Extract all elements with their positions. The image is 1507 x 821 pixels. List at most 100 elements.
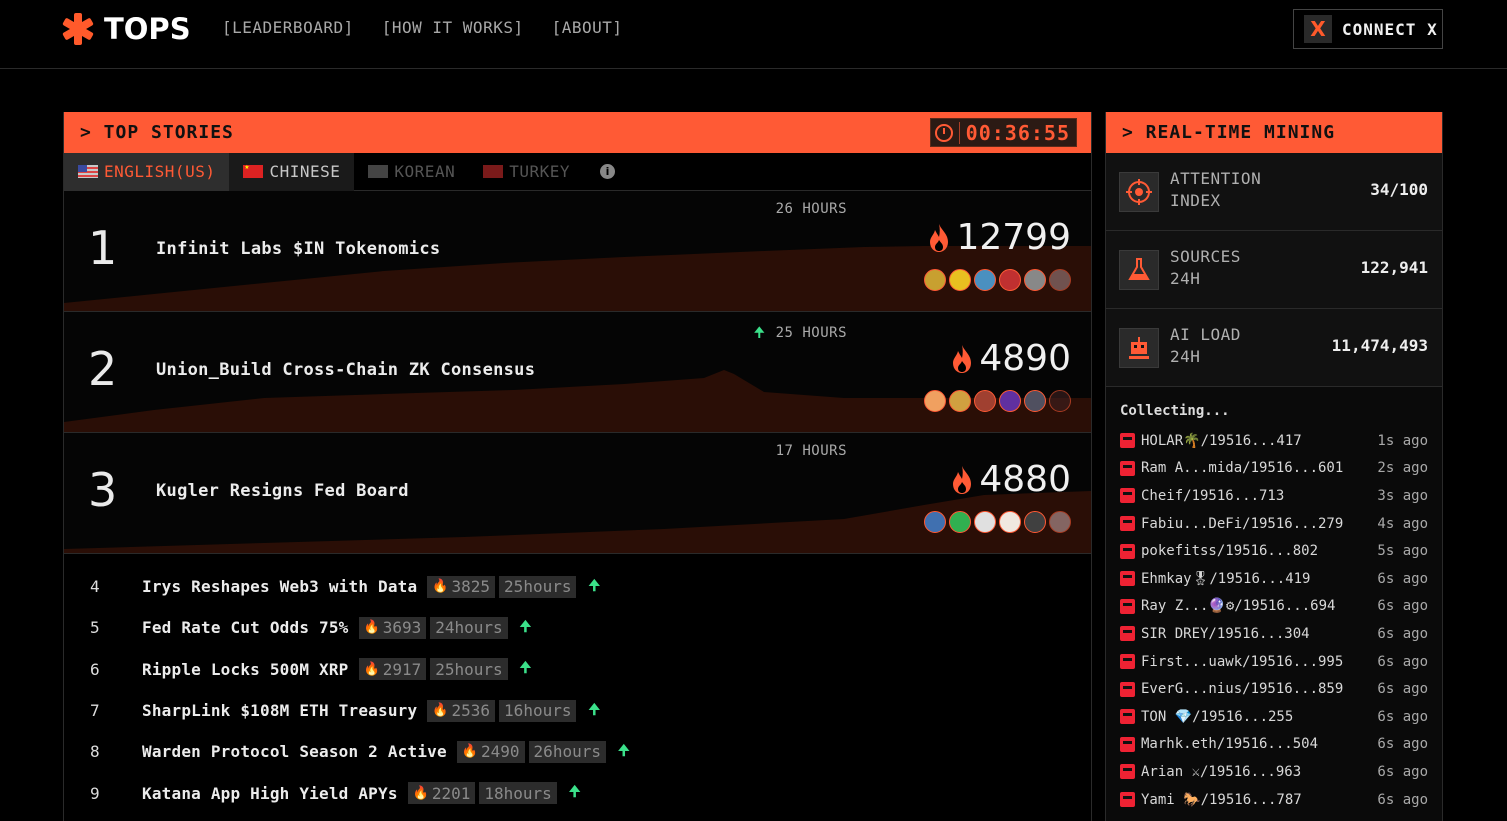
score-value: 12799 <box>956 217 1071 258</box>
trending-up-icon: 🠉 <box>588 701 601 718</box>
collecting-label: Collecting... <box>1120 403 1230 419</box>
avatar[interactable] <box>949 269 971 291</box>
story-rank: 1 <box>88 221 118 275</box>
main-nav: [LEADERBOARD] [HOW IT WORKS] [ABOUT] <box>222 18 623 37</box>
story-rank: 4 <box>90 577 100 597</box>
feed-time: 6s ago <box>1377 598 1428 615</box>
nav-leaderboard[interactable]: [LEADERBOARD] <box>222 18 354 37</box>
top-stories-panel: > TOP STORIES 00:36:55 ENGLISH(US) CHINE… <box>63 112 1092 821</box>
flame-icon: 🔥 <box>432 579 449 595</box>
trending-up-icon: 🠉 <box>617 742 630 759</box>
feed-item[interactable]: Ray Z...🔮⚙/19516...694 6s ago <box>1106 593 1442 621</box>
tops-logo-icon <box>62 13 94 45</box>
tab-chinese[interactable]: CHINESE <box>229 152 355 191</box>
avatar[interactable] <box>924 269 946 291</box>
flame-icon: 🔥 <box>432 703 449 719</box>
avatar[interactable] <box>1024 511 1046 533</box>
feed-name: TON 💎/19516...255 <box>1141 708 1294 725</box>
avatar[interactable] <box>974 390 996 412</box>
feed-item[interactable]: Ram A...mida/19516...601 2s ago <box>1106 455 1442 483</box>
stat-label: ATTENTION INDEX <box>1170 169 1262 210</box>
list-item[interactable]: 4 Irys Reshapes Web3 with Data 🔥 3825 25h… <box>64 566 1091 607</box>
feed-time: 6s ago <box>1377 625 1428 642</box>
avatar[interactable] <box>999 390 1021 412</box>
avatar[interactable] <box>1049 269 1071 291</box>
feed-item[interactable]: TON 💎/19516...255 6s ago <box>1106 703 1442 731</box>
featured-story[interactable]: 2 Union_Build Cross-Chain ZK Consensus 🠉… <box>64 312 1091 433</box>
trending-up-icon: 🠉 <box>753 325 766 341</box>
tab-turkey[interactable]: TURKEY <box>469 153 584 191</box>
avatar[interactable] <box>974 511 996 533</box>
feed-item[interactable]: Marhk.eth/19516...504 6s ago <box>1106 731 1442 759</box>
bot-icon <box>1120 571 1135 587</box>
feed-item[interactable]: Arian ⚔/19516...963 6s ago <box>1106 758 1442 786</box>
list-item[interactable]: 8 Warden Protocol Season 2 Active 🔥 2490 … <box>64 731 1091 772</box>
feed-item[interactable]: pokefitss/19516...802 5s ago <box>1106 537 1442 565</box>
avatar[interactable] <box>974 269 996 291</box>
score-value: 4880 <box>979 459 1071 500</box>
avatar[interactable] <box>949 390 971 412</box>
story-title: Ripple Locks 500M XRP <box>142 659 349 679</box>
story-age: 26 HOURS <box>776 201 847 217</box>
nav-about[interactable]: [ABOUT] <box>552 18 623 37</box>
source-avatars <box>924 390 1071 412</box>
feed-item[interactable]: SIR DREY/19516...304 6s ago <box>1106 620 1442 648</box>
list-item[interactable]: 9 Katana App High Yield APYs 🔥 2201 18hou… <box>64 772 1091 813</box>
nav-how-it-works[interactable]: [HOW IT WORKS] <box>382 18 524 37</box>
mining-header: > REAL-TIME MINING <box>1106 112 1442 153</box>
connect-x-button[interactable]: X CONNECT X <box>1293 9 1443 49</box>
story-rank: 3 <box>88 463 118 517</box>
list-item[interactable]: 5 Fed Rate Cut Odds 75% 🔥 3693 24hours 🠉 <box>64 607 1091 648</box>
logo[interactable]: TOPS <box>62 12 191 46</box>
flame-icon: 🔥 <box>363 620 380 636</box>
trending-up-icon: 🠉 <box>568 784 581 801</box>
flame-icon <box>953 344 972 373</box>
featured-story[interactable]: 1 Infinit Labs $IN Tokenomics 26 HOURS 1… <box>64 191 1091 312</box>
avatar[interactable] <box>1049 390 1071 412</box>
list-item[interactable]: 7 SharpLink $108M ETH Treasury 🔥 2536 16h… <box>64 690 1091 731</box>
feed-item[interactable]: Fabiu...DeFi/19516...279 4s ago <box>1106 510 1442 538</box>
china-flag-icon <box>243 162 264 178</box>
feed-item[interactable]: HOLAR🌴/19516...417 1s ago <box>1106 427 1442 455</box>
featured-story[interactable]: 3 Kugler Resigns Fed Board 17 HOURS 4880 <box>64 433 1091 554</box>
story-title: Kugler Resigns Fed Board <box>156 481 409 501</box>
info-icon[interactable]: i <box>600 164 615 179</box>
avatar[interactable] <box>1049 511 1071 533</box>
avatar[interactable] <box>949 511 971 533</box>
bot-icon <box>1120 681 1135 697</box>
feed-item[interactable]: Yami 🐎/19516...787 6s ago <box>1106 786 1442 814</box>
stories-list: 4 Irys Reshapes Web3 with Data 🔥 3825 25h… <box>64 554 1091 814</box>
age-chip: 26hours <box>528 740 606 763</box>
feed-name: Yami 🐎/19516...787 <box>1141 791 1302 808</box>
target-icon <box>1119 172 1159 212</box>
korea-flag-icon <box>368 165 389 178</box>
feed-item[interactable]: Cheif/19516...713 3s ago <box>1106 482 1442 510</box>
story-rank: 5 <box>90 618 100 638</box>
feed-name: HOLAR🌴/19516...417 <box>1141 432 1302 449</box>
feed-item[interactable]: EverG...nius/19516...859 6s ago <box>1106 675 1442 703</box>
avatar[interactable] <box>1024 269 1046 291</box>
feed-time: 6s ago <box>1377 736 1428 753</box>
story-title: Warden Protocol Season 2 Active <box>142 742 447 762</box>
feed-item[interactable]: Ehmkay🎖/19516...419 6s ago <box>1106 565 1442 593</box>
trending-up-icon: 🠉 <box>519 660 532 677</box>
tab-english-us[interactable]: ENGLISH(US) <box>64 152 230 191</box>
score-value: 2490 <box>481 742 520 762</box>
feed-item[interactable]: First...uawk/19516...995 6s ago <box>1106 648 1442 676</box>
tab-korean[interactable]: KOREAN <box>354 153 469 191</box>
list-item[interactable]: 6 Ripple Locks 500M XRP 🔥 2917 25hours 🠉 <box>64 649 1091 690</box>
feed-name: Cheif/19516...713 <box>1141 487 1285 504</box>
robot-icon <box>1119 328 1159 368</box>
avatar[interactable] <box>924 511 946 533</box>
story-age: 17 HOURS <box>776 443 847 459</box>
score-chip: 🔥 3825 <box>427 575 496 598</box>
story-score: 12799 <box>928 217 1071 258</box>
score-chip: 🔥 2490 <box>456 740 525 763</box>
story-rank: 8 <box>90 742 100 762</box>
avatar[interactable] <box>1024 390 1046 412</box>
age-text: 26 HOURS <box>775 201 847 217</box>
avatar[interactable] <box>924 390 946 412</box>
avatar[interactable] <box>999 269 1021 291</box>
avatar[interactable] <box>999 511 1021 533</box>
turkey-flag-icon <box>483 165 504 178</box>
